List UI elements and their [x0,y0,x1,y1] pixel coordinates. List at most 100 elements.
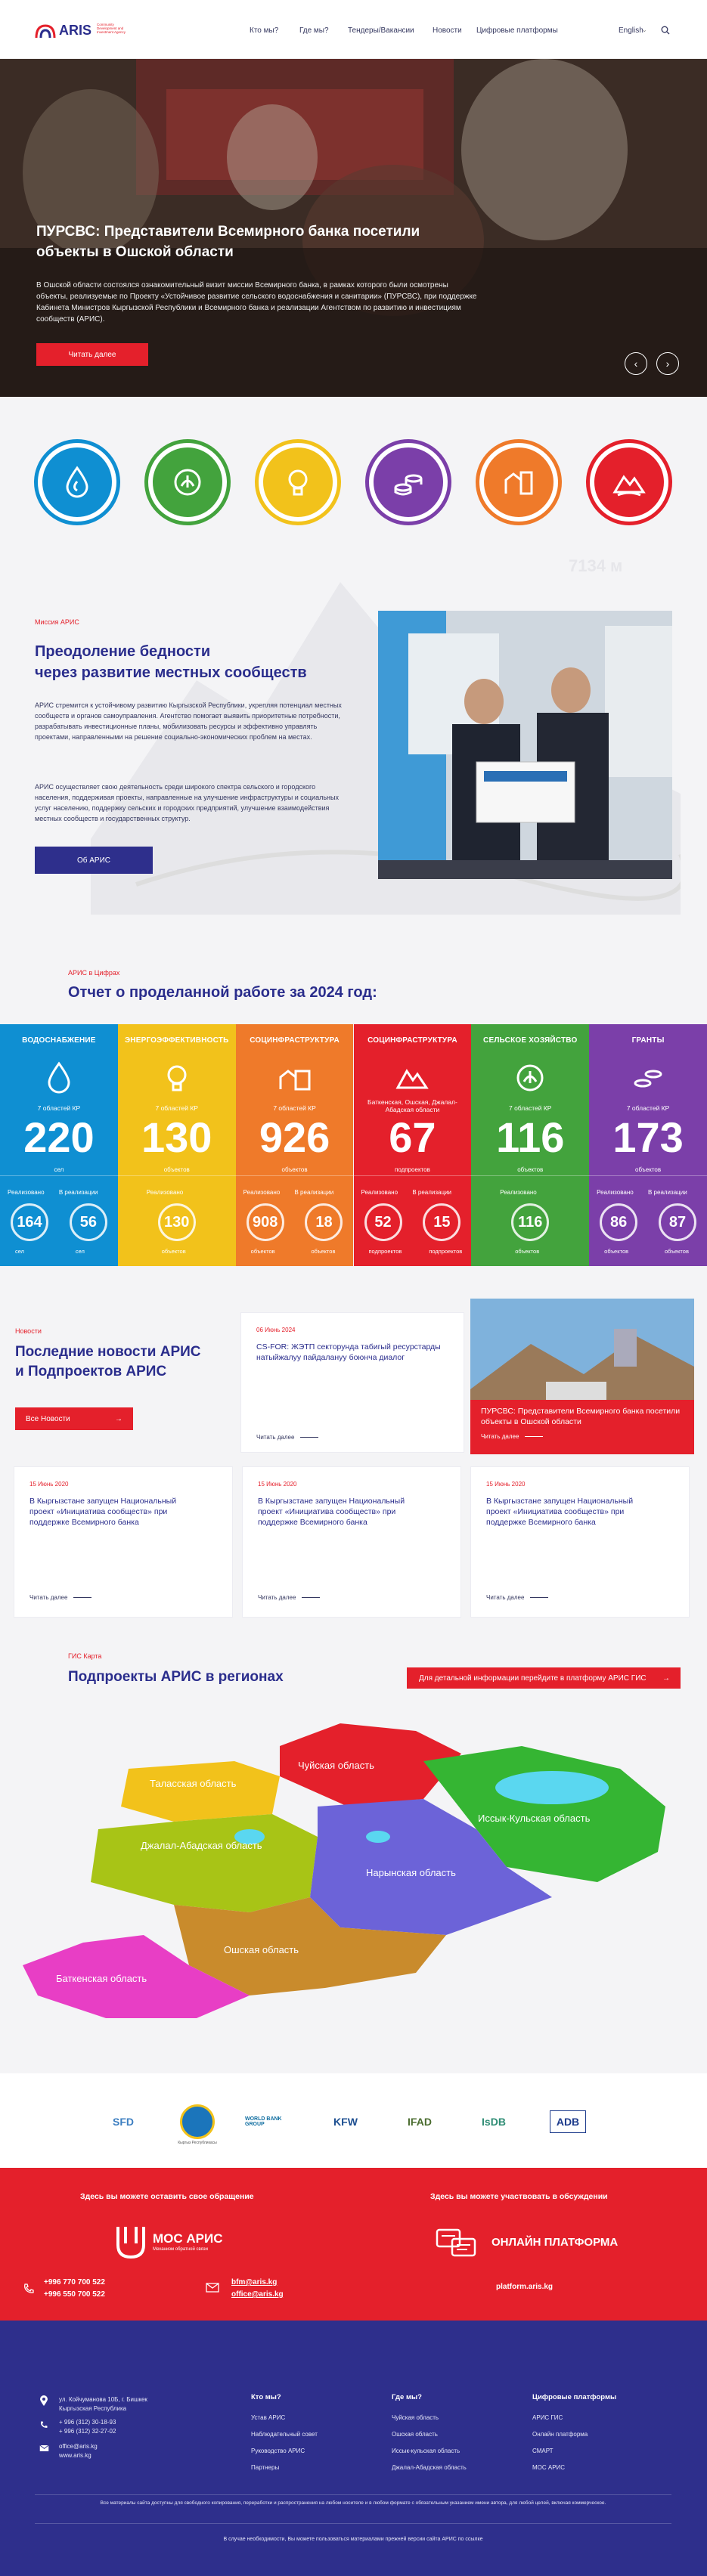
footer-old-site-link[interactable]: В случае необходимости, Вы можете пользо… [35,2537,671,2542]
stat-value: 926 [259,1113,330,1161]
footer-email[interactable]: office@aris.kg [59,2443,98,2450]
nav-tenders[interactable]: Тендеры/Вакансии [348,26,414,35]
footer-link[interactable]: Руководство АРИС [251,2448,305,2454]
partner-logo[interactable]: IFAD [393,2104,446,2139]
partner-logo[interactable]: SFD [97,2104,150,2139]
featured-news-card[interactable]: 06 Июнь 2024 CS-FOR: ЖЭТП секторунда таб… [240,1312,464,1453]
region-label[interactable]: Баткенская область [56,1973,147,1984]
partner-logo[interactable]: WORLD BANK GROUP [245,2104,298,2139]
stat-unit: объектов [163,1166,190,1173]
logo[interactable]: ARIS Community Development and Investmen… [35,21,126,39]
footer-phone-1[interactable]: + 996 (312) 30-18-93 [59,2419,116,2426]
footer-link[interactable]: Устав АРИС [251,2414,285,2421]
energy-icon [263,447,333,517]
news-text: ПУРСВС: Представители Всемирного банка п… [481,1407,681,1426]
stat-progress-value: 87 [658,1203,696,1241]
platform-link[interactable]: platform.aris.kg [496,2283,553,2291]
footer-link[interactable]: Ошская область [392,2431,438,2438]
slider-prev-button[interactable]: ‹ [625,352,647,375]
slider-next-button[interactable]: › [656,352,679,375]
partner-name: Кыргыз Республикасы [178,2141,217,2145]
read-more-link[interactable]: Читать далее [486,1594,549,1601]
photo-news-card[interactable]: ПУРСВС: Представители Всемирного банка п… [470,1299,694,1454]
news-card[interactable]: 15 Июнь 2020 В Кыргызстане запущен Национ… [242,1466,461,1618]
agriculture-category[interactable] [144,439,231,525]
appeal-email-2[interactable]: office@aris.kg [231,2290,284,2299]
infrastructure-category[interactable] [476,439,562,525]
hero-slider: ПУРСВС: Представители Всемирного банка п… [0,59,707,397]
region-label[interactable]: Джалал-Абадская область [141,1840,262,1851]
arrow-right-icon: → [115,1414,122,1423]
footer-link[interactable]: СМАРТ [532,2448,554,2454]
footer-link[interactable]: Чуйская область [392,2414,439,2421]
grants-category[interactable] [365,439,451,525]
mos-aris-logo-icon[interactable] [115,2225,147,2260]
nav-where[interactable]: Где мы? [299,26,329,35]
location-icon [40,2395,48,2406]
appeal-phone-1[interactable]: +996 770 700 522 [44,2278,105,2287]
footer-link[interactable]: Наблюдательный совет [251,2431,318,2438]
footer-link[interactable]: Иссык-кульская область [392,2448,460,2454]
nav-platforms[interactable]: Цифровые платформы [476,26,558,35]
stat-scope: 7 областей КР [508,1104,552,1112]
stat-column: ГРАНТЫ 7 областей КР 173 объектов Реализован… [589,1024,707,1266]
read-more-link[interactable]: Читать далее [481,1433,544,1440]
footer-link[interactable]: МОС АРИС [532,2464,565,2471]
stat-unit: объектов [635,1166,662,1173]
stat-done-unit: подпроектов [368,1248,402,1255]
water-category[interactable] [34,439,120,525]
footer-link[interactable]: Онлайн платформа [532,2431,588,2438]
footer-site[interactable]: www.aris.kg [59,2452,91,2459]
region-label[interactable]: Чуйская область [298,1760,374,1771]
news-text: В Кыргызстане запущен Национальный проек… [29,1497,177,1527]
online-platform-icon[interactable] [436,2228,478,2260]
arrow-line-icon [525,1436,544,1438]
news-card[interactable]: 15 Июнь 2020 В Кыргызстане запущен Национ… [14,1466,233,1618]
partner-logo[interactable]: KFW [319,2104,372,2139]
footer-column-title: Кто мы? [251,2393,281,2401]
mos-aris-brand[interactable]: МОС АРИС [153,2231,223,2246]
lightbulb-icon [167,1065,187,1091]
stat-done-value: 164 [11,1203,48,1241]
search-icon[interactable] [661,26,670,35]
partner-logo[interactable]: IsDB [467,2104,520,2139]
read-more-link[interactable]: Читать далее [258,1594,321,1601]
news-card[interactable]: 15 Июнь 2020 В Кыргызстане запущен Национ… [470,1466,690,1618]
mail-icon [206,2283,219,2293]
appeal-email-1[interactable]: bfm@aris.kg [231,2278,277,2287]
partner-logo[interactable]: Кыргыз Республикасы [171,2104,224,2145]
online-platform-brand[interactable]: ОНЛАЙН ПЛАТФОРМА [491,2236,618,2249]
footer-divider [35,2494,671,2495]
appeal-phone-2[interactable]: +996 550 700 522 [44,2290,105,2299]
region-label[interactable]: Ошская область [224,1944,299,1955]
nav-news[interactable]: Новости [433,26,462,35]
mission-photo [378,611,672,879]
region-label[interactable]: Иссык-Кульская область [478,1813,590,1824]
news-title-line1: Последние новости АРИС [15,1344,201,1360]
footer-link[interactable]: Партнеры [251,2464,279,2471]
about-button[interactable]: Об АРИС [35,847,153,874]
all-news-button[interactable]: Все Новости → [15,1407,133,1430]
stat-unit: подпроектов [395,1166,430,1173]
footer-link[interactable]: Джалал-Абадская область [392,2464,467,2471]
partner-logo[interactable]: ADB [541,2104,594,2139]
mountain-icon [395,1069,429,1089]
language-select[interactable]: English [619,26,643,35]
stat-progress-label: В реализации [58,1189,98,1196]
region-label[interactable]: Нарынская область [366,1867,456,1878]
nav-who[interactable]: Кто мы? [250,26,278,35]
read-more-link[interactable]: Читать далее [256,1434,319,1441]
stat-divider [589,1175,707,1176]
stat-done-value: 130 [157,1203,196,1241]
gis-platform-button[interactable]: Для детальной информации перейдите в пла… [407,1667,681,1689]
stat-column: СОЦИНФРАСТРУКТУРА 7 областей КР 926 объекто… [235,1024,354,1266]
social-category[interactable] [586,439,672,525]
read-more-link[interactable]: Читать далее [29,1594,92,1601]
logo-subtitle: Community Development and Investment Age… [97,23,126,34]
energy-category[interactable] [255,439,341,525]
gis-button-label: Для детальной информации перейдите в пла… [419,1673,647,1683]
region-label[interactable]: Таласская область [150,1778,236,1789]
footer-phone-2[interactable]: + 996 (312) 32-27-02 [59,2428,116,2435]
footer-link[interactable]: АРИС ГИС [532,2414,563,2421]
hero-read-more-button[interactable]: Читать далее [36,343,148,366]
